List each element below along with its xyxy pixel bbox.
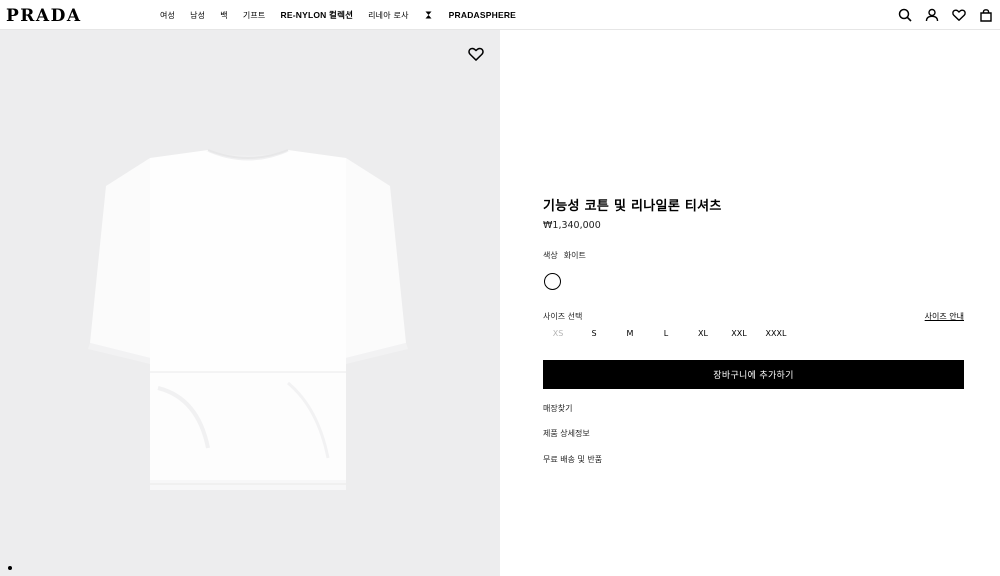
product-details-link[interactable]: 제품 상세정보 (543, 428, 590, 439)
product-image-tshirt[interactable] (88, 148, 408, 498)
hourglass-icon (425, 11, 432, 19)
color-label: 색상 (543, 251, 558, 260)
account-button[interactable] (924, 7, 940, 23)
nav-item-linea-rossa[interactable]: 리네아 로사 (368, 10, 409, 21)
size-select-label: 사이즈 선택 (543, 312, 583, 321)
nav-item-pradasphere[interactable]: PRADASPHERE (449, 10, 516, 20)
wishlist-button[interactable] (951, 7, 967, 23)
svg-text:PRADA: PRADA (6, 6, 82, 25)
size-option-xxl[interactable]: XXL (724, 329, 754, 338)
swatch-fill (547, 276, 558, 287)
size-option-xxxl[interactable]: XXXL (761, 329, 791, 338)
shipping-returns-link[interactable]: 무료 배송 및 반품 (543, 454, 602, 465)
size-option-xs[interactable]: XS (543, 329, 573, 338)
header-actions (886, 7, 994, 23)
color-row: 색상 화이트 (543, 250, 586, 261)
search-button[interactable] (897, 7, 913, 23)
size-option-m[interactable]: M (615, 329, 645, 338)
nav-item-re-nylon[interactable]: RE-NYLON 컬렉션 (281, 9, 354, 21)
find-store-link[interactable]: 매장찾기 (543, 403, 572, 414)
size-guide-link[interactable]: 사이즈 안내 (925, 311, 964, 322)
shopping-bag-icon (980, 9, 992, 22)
nav-item-hourglass[interactable] (424, 11, 434, 19)
carousel-dot[interactable] (8, 566, 12, 570)
account-icon (925, 8, 939, 22)
bag-button[interactable] (978, 7, 994, 23)
color-value: 화이트 (563, 251, 586, 260)
product-price: ₩1,340,000 (543, 220, 601, 231)
product-details: 기능성 코튼 및 리나일론 티셔츠 ₩1,340,000 색상 화이트 사이즈 … (543, 195, 964, 464)
size-option-s[interactable]: S (579, 329, 609, 338)
heart-icon (952, 9, 966, 21)
heart-icon (468, 47, 484, 61)
site-header: PRADA 여성 남성 백 기프트 RE-NYLON 컬렉션 리네아 로사 PR… (0, 0, 1000, 30)
nav-item-men[interactable]: 남성 (190, 10, 205, 21)
add-to-wishlist-button[interactable] (468, 46, 484, 62)
nav-item-bags[interactable]: 백 (220, 10, 228, 21)
size-option-xl[interactable]: XL (688, 329, 718, 338)
prada-logo[interactable]: PRADA (6, 5, 92, 25)
product-name: 기능성 코튼 및 리나일론 티셔츠 (543, 199, 722, 214)
search-icon (898, 8, 912, 22)
product-image-panel (0, 30, 500, 576)
color-swatch-white[interactable] (544, 273, 561, 290)
add-to-cart-button[interactable]: 장바구니에 추가하기 (543, 360, 964, 389)
main-nav: 여성 남성 백 기프트 RE-NYLON 컬렉션 리네아 로사 PRADASPH… (160, 0, 531, 30)
nav-item-women[interactable]: 여성 (160, 10, 175, 21)
nav-item-gifts[interactable]: 기프트 (243, 10, 266, 21)
size-option-l[interactable]: L (651, 329, 681, 338)
size-header: 사이즈 선택 사이즈 안내 (543, 311, 964, 323)
